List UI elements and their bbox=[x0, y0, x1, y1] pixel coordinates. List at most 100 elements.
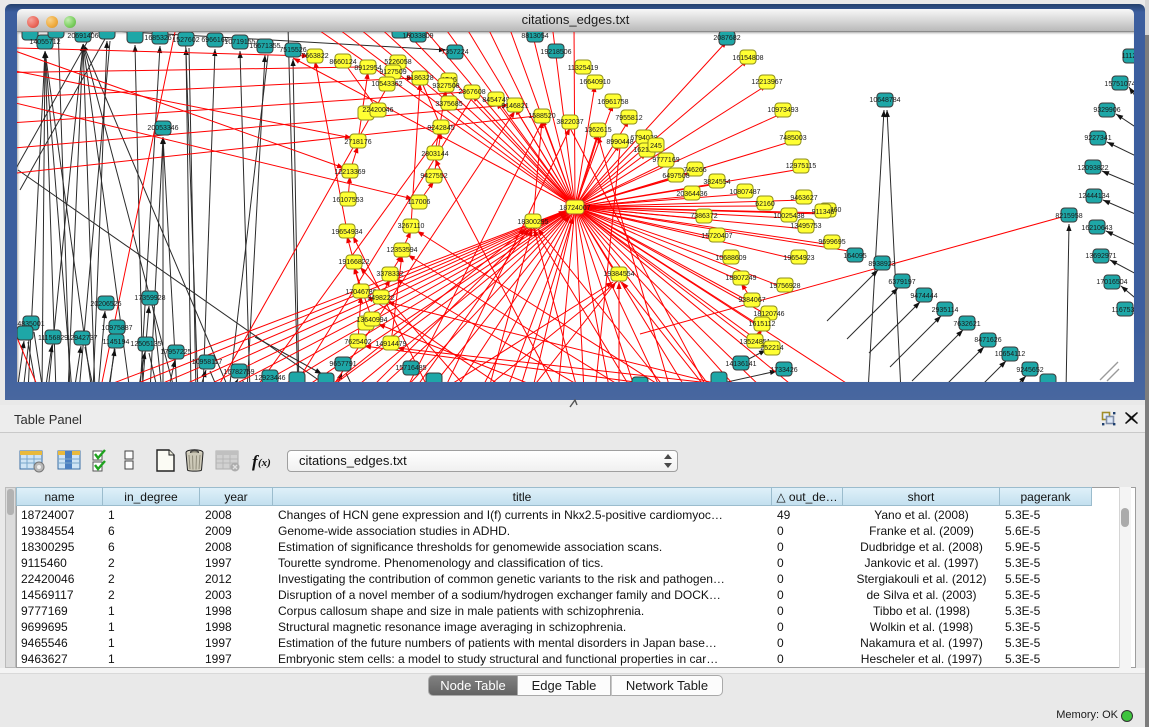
svg-text:1733426: 1733426 bbox=[770, 367, 797, 374]
svg-text:9474444: 9474444 bbox=[910, 293, 937, 300]
svg-text:7632621: 7632621 bbox=[953, 321, 980, 328]
svg-text:8215958: 8215958 bbox=[1055, 213, 1082, 220]
svg-text:3267110: 3267110 bbox=[398, 223, 425, 230]
svg-text:252214: 252214 bbox=[760, 345, 783, 352]
svg-text:12505135: 12505135 bbox=[130, 341, 161, 348]
svg-text:16853267: 16853267 bbox=[144, 35, 175, 42]
svg-text:245: 245 bbox=[650, 143, 662, 150]
svg-text:7386372: 7386372 bbox=[690, 213, 717, 220]
svg-text:17359928: 17359928 bbox=[134, 295, 165, 302]
svg-text:16033809: 16033809 bbox=[402, 33, 433, 40]
svg-text:12213967: 12213967 bbox=[751, 79, 782, 86]
svg-text:17016504: 17016504 bbox=[1096, 279, 1127, 286]
svg-text:15720407: 15720407 bbox=[701, 233, 732, 240]
svg-text:12923446: 12923446 bbox=[254, 375, 285, 382]
svg-text:1527602: 1527602 bbox=[172, 37, 199, 44]
svg-text:3822037: 3822037 bbox=[556, 119, 583, 126]
svg-text:16961758: 16961758 bbox=[597, 99, 628, 106]
svg-text:19756928: 19756928 bbox=[769, 283, 800, 290]
svg-text:6379197: 6379197 bbox=[888, 279, 915, 286]
svg-text:19654923: 19654923 bbox=[783, 255, 814, 262]
svg-text:13692971: 13692971 bbox=[1085, 253, 1116, 260]
svg-text:1362615: 1362615 bbox=[584, 127, 611, 134]
svg-text:2935114: 2935114 bbox=[932, 307, 959, 314]
svg-text:10807487: 10807487 bbox=[729, 189, 760, 196]
svg-text:9146821: 9146821 bbox=[501, 103, 528, 110]
svg-text:8938923: 8938923 bbox=[868, 261, 895, 268]
svg-text:12975115: 12975115 bbox=[786, 163, 817, 170]
svg-text:12942737: 12942737 bbox=[66, 335, 97, 342]
svg-text:10648784: 10648784 bbox=[869, 97, 900, 104]
svg-text:62160: 62160 bbox=[755, 201, 775, 208]
svg-text:17957225: 17957225 bbox=[160, 349, 191, 356]
svg-text:14914479: 14914479 bbox=[375, 341, 406, 348]
svg-text:9777169: 9777169 bbox=[652, 157, 679, 164]
svg-text:20206526: 20206526 bbox=[90, 301, 121, 308]
svg-text:11325419: 11325419 bbox=[568, 65, 599, 72]
svg-text:16671355: 16671355 bbox=[249, 43, 280, 50]
svg-text:8813054: 8813054 bbox=[521, 33, 548, 40]
svg-text:8660124: 8660124 bbox=[329, 59, 356, 66]
svg-text:8912954: 8912954 bbox=[354, 65, 381, 72]
svg-text:19384554: 19384554 bbox=[603, 271, 634, 278]
svg-text:22420046: 22420046 bbox=[362, 107, 393, 114]
svg-text:911346: 911346 bbox=[812, 209, 835, 216]
svg-text:16782759: 16782759 bbox=[223, 369, 254, 376]
svg-text:7485003: 7485003 bbox=[779, 135, 806, 142]
svg-text:2718176: 2718176 bbox=[344, 139, 371, 146]
svg-text:18300295: 18300295 bbox=[517, 219, 548, 226]
svg-text:9127509: 9127509 bbox=[379, 69, 406, 76]
svg-text:10688609: 10688609 bbox=[715, 255, 746, 262]
svg-text:13640994: 13640994 bbox=[356, 317, 387, 324]
svg-text:117006: 117006 bbox=[408, 199, 431, 206]
svg-text:2803144: 2803144 bbox=[421, 151, 448, 158]
svg-text:20691406: 20691406 bbox=[67, 33, 98, 40]
svg-text:19654934: 19654934 bbox=[331, 229, 362, 236]
svg-text:12444134: 12444134 bbox=[1078, 193, 1109, 200]
svg-text:10958117: 10958117 bbox=[192, 359, 223, 366]
svg-text:10654112: 10654112 bbox=[995, 351, 1026, 358]
svg-text:19218506: 19218506 bbox=[540, 49, 571, 56]
svg-text:20364436: 20364436 bbox=[676, 191, 707, 198]
svg-text:20053346: 20053346 bbox=[147, 125, 178, 132]
svg-text:8186328: 8186328 bbox=[406, 75, 433, 82]
svg-text:1615112: 1615112 bbox=[749, 321, 776, 328]
svg-text:14055712: 14055712 bbox=[29, 39, 60, 46]
svg-text:2367608: 2367608 bbox=[458, 89, 485, 96]
svg-text:12213369: 12213369 bbox=[334, 169, 365, 176]
svg-text:9329906: 9329906 bbox=[1093, 107, 1120, 114]
svg-text:19166822: 19166822 bbox=[338, 259, 369, 266]
svg-text:(x): (x) bbox=[258, 457, 271, 469]
svg-text:11156829: 11156829 bbox=[38, 335, 68, 342]
svg-text:1588520: 1588520 bbox=[528, 113, 555, 120]
svg-text:8471626: 8471626 bbox=[974, 337, 1001, 344]
svg-text:10975887: 10975887 bbox=[101, 325, 132, 332]
svg-text:9227341: 9227341 bbox=[1084, 135, 1111, 142]
svg-text:14136141: 14136141 bbox=[725, 361, 756, 368]
svg-text:3824554: 3824554 bbox=[703, 179, 730, 186]
svg-text:9384067: 9384067 bbox=[738, 297, 765, 304]
svg-text:7357224: 7357224 bbox=[441, 49, 468, 56]
svg-text:1167534: 1167534 bbox=[1112, 307, 1134, 314]
svg-text:16107553: 16107553 bbox=[332, 197, 363, 204]
svg-text:9327508: 9327508 bbox=[432, 83, 459, 90]
svg-text:15751074: 15751074 bbox=[1104, 81, 1134, 88]
svg-text:1145194: 1145194 bbox=[103, 339, 130, 346]
svg-text:11123: 11123 bbox=[1122, 53, 1134, 60]
svg-text:12353594: 12353594 bbox=[386, 247, 417, 254]
svg-text:13495753: 13495753 bbox=[790, 223, 821, 230]
svg-text:9699695: 9699695 bbox=[818, 239, 845, 246]
svg-text:9463627: 9463627 bbox=[790, 195, 817, 202]
svg-text:7625402: 7625402 bbox=[344, 339, 371, 346]
svg-text:15716485: 15716485 bbox=[395, 365, 426, 372]
svg-text:10543362: 10543362 bbox=[371, 81, 402, 88]
svg-text:16154808: 16154808 bbox=[732, 55, 763, 62]
svg-text:18807249: 18807249 bbox=[725, 275, 756, 282]
svg-text:12093822: 12093822 bbox=[1077, 165, 1108, 172]
svg-text:7955812: 7955812 bbox=[615, 115, 642, 122]
svg-text:9242845: 9242845 bbox=[427, 125, 454, 132]
svg-text:3375685: 3375685 bbox=[435, 101, 462, 108]
svg-text:16210643: 16210643 bbox=[1081, 225, 1112, 232]
svg-text:6497508: 6497508 bbox=[662, 173, 689, 180]
svg-text:18724007: 18724007 bbox=[559, 205, 590, 212]
